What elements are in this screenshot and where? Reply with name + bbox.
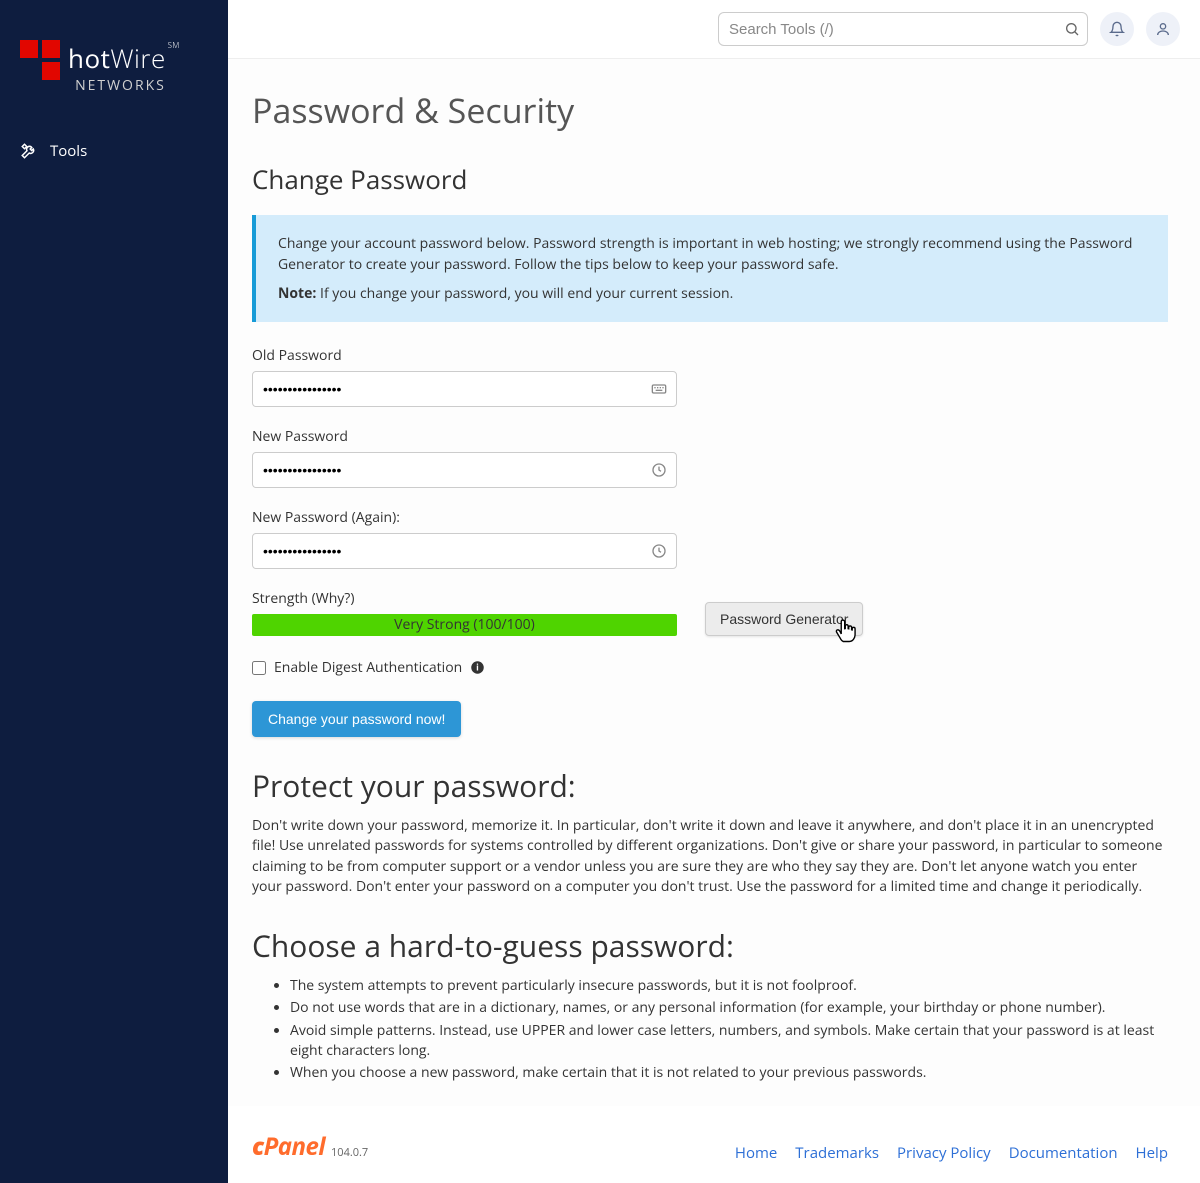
brand-text-2: NETWORKS [68,76,166,95]
cpanel-logo: cPanel [252,1130,325,1163]
change-password-button[interactable]: Change your password now! [252,701,461,737]
protect-title: Protect your password: [252,765,1168,806]
sidebar-item-label: Tools [50,141,87,161]
info-text-1: Change your account password below. Pass… [278,233,1146,275]
keyboard-icon [651,381,667,397]
main: Password & Security Change Password Chan… [228,0,1200,1183]
footer: cPanel 104.0.7 Home Trademarks Privacy P… [228,1106,1200,1183]
svg-text:i: i [476,662,479,674]
brand-sm: SM [168,40,180,51]
tools-icon [20,142,38,160]
digest-auth-label: Enable Digest Authentication [274,658,462,677]
generate-icon-2[interactable] [651,543,667,559]
tips-list: The system attempts to prevent particula… [252,976,1168,1083]
info-note-label: Note: [278,284,316,303]
brand-logo: hotWireSM NETWORKS [0,0,228,125]
notifications-button[interactable] [1100,12,1134,46]
list-item: Avoid simple patterns. Instead, use UPPE… [290,1021,1168,1062]
choose-title: Choose a hard-to-guess password: [252,925,1168,966]
strength-meter: Very Strong (100/100) [252,614,677,636]
old-password-input[interactable] [252,371,677,407]
footer-link-documentation[interactable]: Documentation [1009,1143,1118,1163]
protect-text: Don't write down your password, memorize… [252,816,1168,897]
strength-label: Strength (Why?) [252,589,677,608]
account-button[interactable] [1146,12,1180,46]
sidebar: hotWireSM NETWORKS Tools [0,0,228,1183]
digest-auth-checkbox[interactable] [252,661,266,675]
list-item: The system attempts to prevent particula… [290,976,1168,996]
info-box: Change your account password below. Pass… [252,215,1168,322]
bell-icon [1109,21,1125,37]
old-password-label: Old Password [252,346,1168,365]
generate-icon[interactable] [651,462,667,478]
new-password-again-label: New Password (Again): [252,508,1168,527]
footer-link-privacy[interactable]: Privacy Policy [897,1143,991,1163]
password-generator-button[interactable]: Password Generator [705,602,863,636]
new-password-again-input[interactable] [252,533,677,569]
brand-text-1a: hot [68,40,110,76]
footer-link-home[interactable]: Home [735,1143,777,1163]
footer-link-help[interactable]: Help [1136,1143,1168,1163]
user-icon [1155,21,1171,37]
brand-text-1b: Wire [110,40,165,76]
search-input[interactable] [718,12,1088,46]
section-title: Change Password [252,161,1168,197]
search-button[interactable] [1064,21,1080,37]
info-note-text: If you change your password, you will en… [316,284,733,303]
new-password-label: New Password [252,427,1168,446]
version-text: 104.0.7 [331,1145,368,1160]
sidebar-item-tools[interactable]: Tools [20,135,208,167]
new-password-input[interactable] [252,452,677,488]
search-icon [1064,21,1080,37]
info-icon[interactable]: i [470,660,485,675]
logo-squares-icon [20,40,60,84]
page-title: Password & Security [252,87,1168,133]
footer-link-trademarks[interactable]: Trademarks [795,1143,879,1163]
topbar [228,0,1200,59]
list-item: Do not use words that are in a dictionar… [290,998,1168,1018]
list-item: When you choose a new password, make cer… [290,1063,1168,1083]
